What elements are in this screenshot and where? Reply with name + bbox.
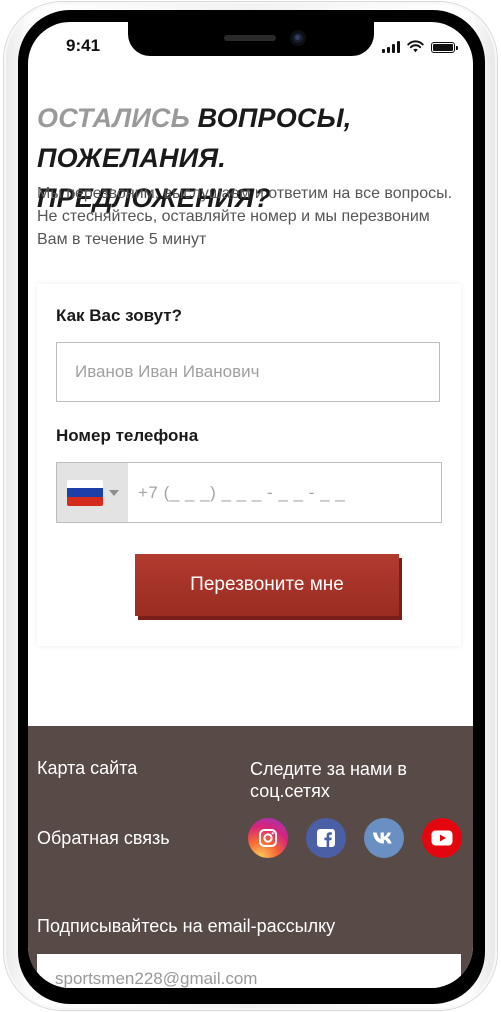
- signal-icon: [382, 41, 400, 53]
- title-accent: ОСТАЛИСЬ: [37, 103, 190, 133]
- subtitle: Мы перезвоним, выслушаем и ответим на вс…: [37, 185, 453, 248]
- russia-flag-icon: [66, 479, 103, 506]
- phone-label: Номер телефона: [56, 426, 199, 445]
- feedback-link[interactable]: Обратная связь: [37, 828, 170, 849]
- title-line1: ВОПРОСЫ,: [189, 103, 352, 133]
- youtube-icon[interactable]: [422, 818, 462, 858]
- vk-icon[interactable]: [364, 818, 404, 858]
- phone-field: [56, 462, 442, 523]
- chevron-down-icon: [108, 489, 119, 496]
- subscribe-label: Подписывайтесь на email-рассылку: [37, 916, 336, 936]
- status-time: 9:41: [66, 36, 101, 55]
- name-label: Как Вас зовут?: [56, 306, 182, 325]
- notch: [128, 22, 374, 56]
- status-icons: [382, 39, 458, 53]
- name-input[interactable]: [56, 342, 440, 402]
- email-input[interactable]: [37, 954, 461, 988]
- phone-input[interactable]: [128, 463, 441, 522]
- front-camera: [290, 30, 306, 46]
- facebook-icon[interactable]: [306, 818, 346, 858]
- country-selector[interactable]: [57, 463, 128, 522]
- speaker: [224, 35, 276, 41]
- social-links: [248, 818, 462, 858]
- callback-button[interactable]: Перезвоните мне: [135, 554, 399, 616]
- battery-icon: [431, 42, 458, 53]
- sitemap-link[interactable]: Карта сайта: [37, 758, 137, 779]
- footer: Карта сайта Следите за нами в соц.сетях …: [28, 726, 473, 988]
- screen: 9:41 ОСТАЛИСЬ ВОПРОСЫ, ПОЖЕЛАНИЯ. ПРЕДЛО…: [28, 22, 473, 988]
- callback-form: Как Вас зовут? Номер телефона Перезвонит…: [37, 284, 461, 646]
- instagram-icon[interactable]: [248, 818, 288, 858]
- follow-us-label: Следите за нами в соц.сетях: [250, 759, 407, 801]
- wifi-icon: [407, 40, 424, 53]
